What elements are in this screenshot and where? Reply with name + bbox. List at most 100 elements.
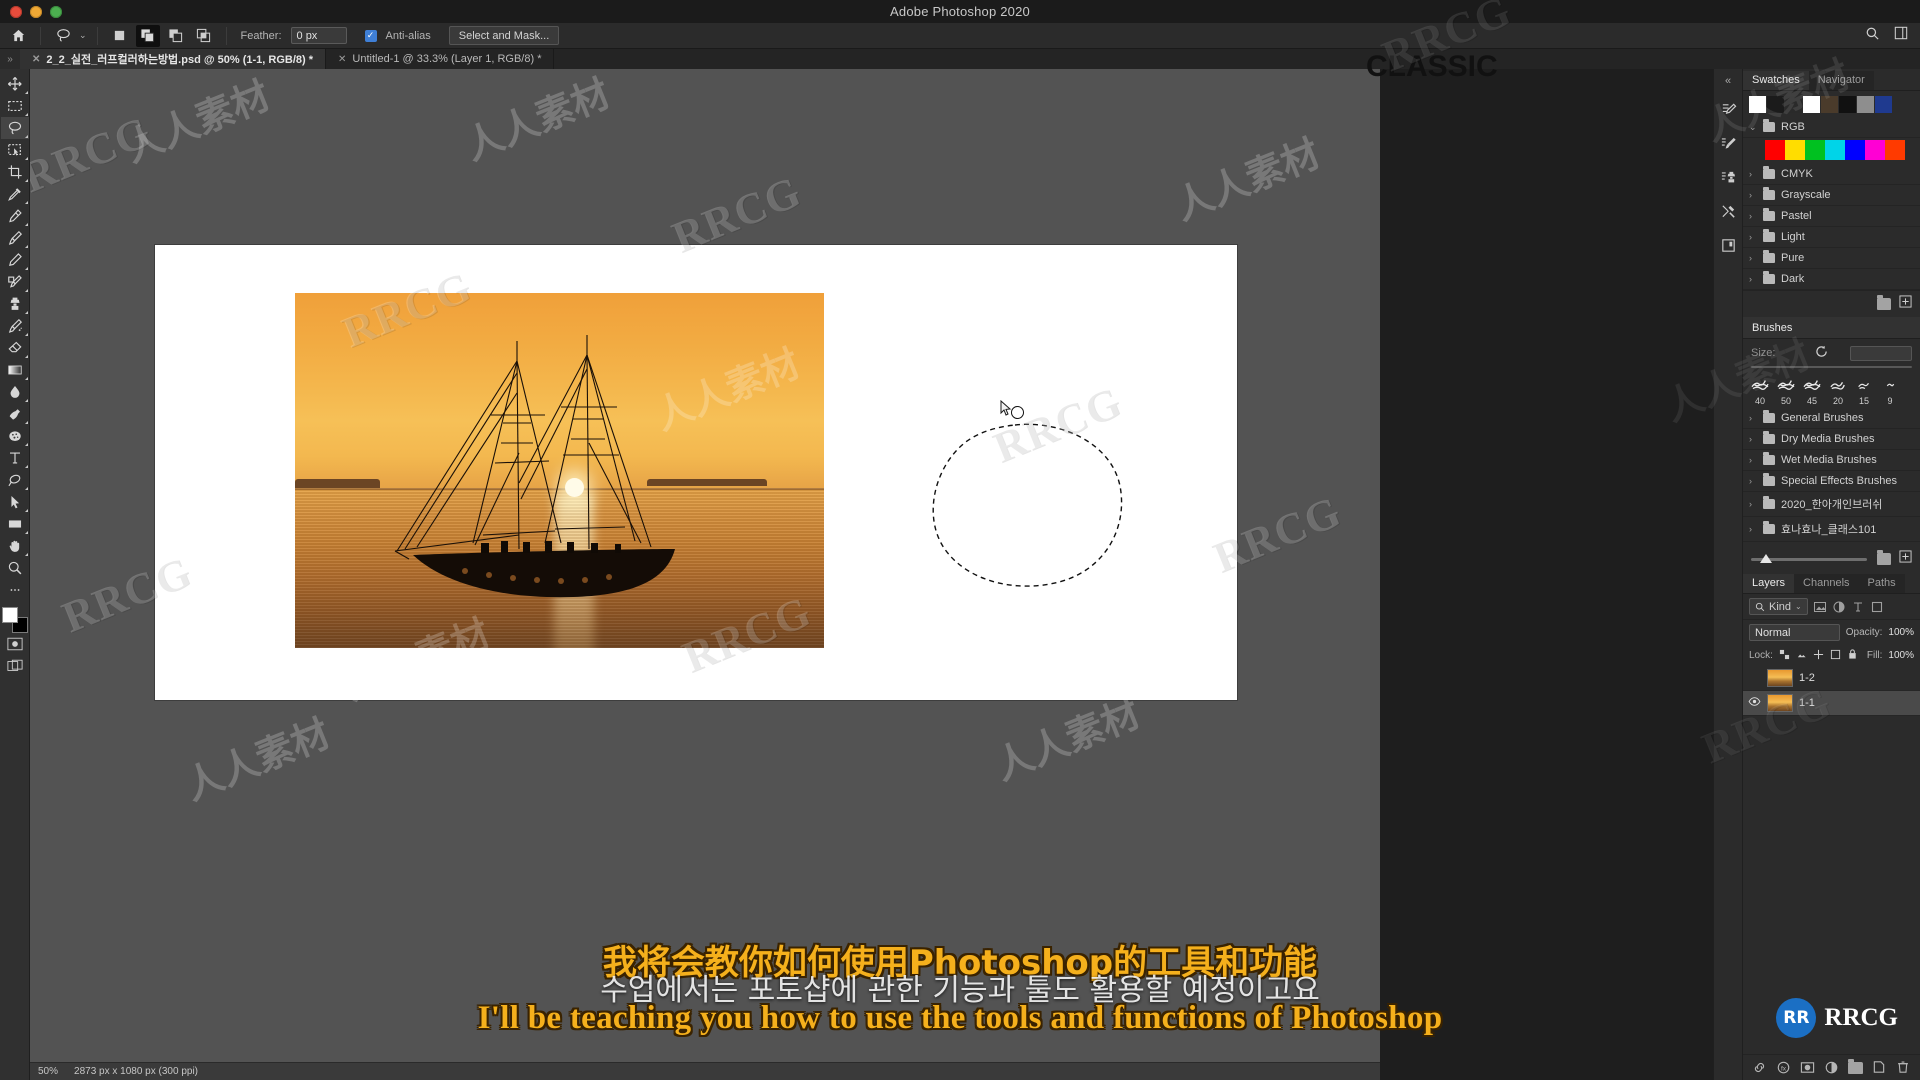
eyedropper-tool[interactable] bbox=[1, 183, 29, 205]
clone-source-panel-icon[interactable] bbox=[1715, 161, 1741, 193]
tab-navigator[interactable]: Navigator bbox=[1808, 71, 1874, 90]
rectangular-marquee-tool[interactable] bbox=[1, 95, 29, 117]
expand-toolbar-chevron-icon[interactable]: » bbox=[0, 49, 20, 69]
swatch-group-grayscale[interactable]: › Grayscale bbox=[1743, 185, 1920, 206]
brush-group-dry-media[interactable]: › Dry Media Brushes bbox=[1743, 429, 1920, 450]
chevron-down-icon[interactable]: ⌄ bbox=[1749, 122, 1757, 133]
adjustment-layer-filter-icon[interactable] bbox=[1832, 600, 1846, 614]
recent-swatch[interactable] bbox=[1785, 96, 1802, 113]
brush-size-slider[interactable] bbox=[1751, 366, 1912, 368]
brush-preset[interactable]: 50 bbox=[1773, 374, 1799, 406]
chevron-right-icon[interactable]: › bbox=[1749, 190, 1757, 200]
tab-swatches[interactable]: Swatches bbox=[1743, 71, 1809, 90]
brush-size-input[interactable] bbox=[1850, 345, 1912, 361]
type-tool[interactable] bbox=[1, 447, 29, 469]
brush-preset[interactable]: 15 bbox=[1851, 374, 1877, 406]
select-and-mask-button[interactable]: Select and Mask... bbox=[448, 26, 560, 45]
lock-image-icon[interactable] bbox=[1796, 649, 1807, 663]
brush-group-wet-media[interactable]: › Wet Media Brushes bbox=[1743, 450, 1920, 471]
brush-settings-panel-icon[interactable] bbox=[1715, 127, 1741, 159]
layer-filter-kind-select[interactable]: Kind ⌄ bbox=[1749, 598, 1808, 615]
opacity-value[interactable]: 100% bbox=[1888, 627, 1914, 638]
swatch-group-cmyk[interactable]: › CMYK bbox=[1743, 164, 1920, 185]
tab-channels[interactable]: Channels bbox=[1794, 574, 1859, 593]
lasso-tool[interactable] bbox=[0, 117, 29, 139]
quick-mask-icon[interactable] bbox=[6, 637, 23, 656]
chevron-right-icon[interactable]: › bbox=[1749, 413, 1757, 423]
current-tool-lasso-icon[interactable] bbox=[51, 25, 75, 47]
path-selection-tool[interactable] bbox=[1, 491, 29, 513]
recent-swatch[interactable] bbox=[1857, 96, 1874, 113]
reset-arrow-icon[interactable] bbox=[1815, 345, 1829, 361]
blur-tool[interactable] bbox=[1, 381, 29, 403]
delete-layer-icon[interactable] bbox=[1896, 1060, 1911, 1075]
foreground-color-swatch[interactable] bbox=[1, 607, 18, 623]
layer-thumbnail[interactable] bbox=[1767, 669, 1793, 687]
move-tool[interactable] bbox=[1, 73, 29, 95]
rectangle-shape-tool[interactable] bbox=[1, 513, 29, 535]
libraries-panel-icon[interactable] bbox=[1715, 229, 1741, 261]
sponge-tool[interactable] bbox=[1, 425, 29, 447]
lock-position-icon[interactable] bbox=[1813, 649, 1824, 663]
more-tools-ellipsis-icon[interactable] bbox=[1, 579, 29, 601]
canvas-work-area[interactable]: RRCG 人人素材 RRCG 人人素材 RRCG 人人素材 RRCG 人人素材 … bbox=[30, 69, 1380, 1080]
swatch-color[interactable] bbox=[1785, 140, 1805, 160]
brush-opacity-slider[interactable] bbox=[1751, 553, 1867, 563]
chevron-right-icon[interactable]: › bbox=[1749, 524, 1757, 534]
collapse-panels-icon[interactable]: « bbox=[1725, 75, 1731, 87]
brush-group-special-effects[interactable]: › Special Effects Brushes bbox=[1743, 471, 1920, 492]
lock-all-icon[interactable] bbox=[1847, 648, 1858, 663]
pencil-tool[interactable] bbox=[1, 249, 29, 271]
chevron-right-icon[interactable]: › bbox=[1749, 455, 1757, 465]
brush-group-2020-personal[interactable]: › 2020_한아개인브러쉬 bbox=[1743, 492, 1920, 517]
add-to-selection-button[interactable] bbox=[135, 24, 160, 47]
brush-preset[interactable]: 45 bbox=[1799, 374, 1825, 406]
close-icon[interactable]: ✕ bbox=[338, 54, 346, 65]
chevron-right-icon[interactable]: › bbox=[1749, 434, 1757, 444]
adjustment-layer-icon[interactable] bbox=[1824, 1060, 1839, 1075]
new-group-icon[interactable] bbox=[1848, 1058, 1864, 1074]
pen-tool[interactable] bbox=[1, 469, 29, 491]
new-selection-button[interactable] bbox=[108, 25, 132, 47]
lock-artboard-icon[interactable] bbox=[1830, 649, 1841, 663]
recent-swatch[interactable] bbox=[1749, 96, 1766, 113]
swatch-color[interactable] bbox=[1825, 140, 1845, 160]
zoom-tool[interactable] bbox=[1, 557, 29, 579]
layer-mask-icon[interactable] bbox=[1800, 1060, 1815, 1075]
layer-visibility-toggle[interactable] bbox=[1747, 697, 1761, 709]
intersect-selection-button[interactable] bbox=[192, 25, 216, 47]
workspace-icon[interactable] bbox=[1894, 26, 1908, 45]
tab-brushes[interactable]: Brushes bbox=[1743, 319, 1802, 338]
swatch-group-light[interactable]: › Light bbox=[1743, 227, 1920, 248]
brush-tool[interactable] bbox=[1, 227, 29, 249]
brush-group-class101[interactable]: › 효나효나_클래스101 bbox=[1743, 517, 1920, 542]
swatch-colors-rgb[interactable] bbox=[1743, 138, 1920, 164]
tab-layers[interactable]: Layers bbox=[1743, 574, 1795, 593]
new-group-icon[interactable] bbox=[1877, 550, 1891, 565]
new-layer-icon[interactable] bbox=[1872, 1060, 1887, 1075]
table-row[interactable]: 1-2 bbox=[1743, 666, 1920, 691]
subtract-from-selection-button[interactable] bbox=[164, 25, 188, 47]
object-selection-tool[interactable] bbox=[1, 139, 29, 161]
document-canvas[interactable] bbox=[155, 245, 1237, 700]
recent-swatch[interactable] bbox=[1839, 96, 1856, 113]
pixel-layer-filter-icon[interactable] bbox=[1813, 600, 1827, 614]
layer-name[interactable]: 1-2 bbox=[1799, 672, 1815, 684]
tab-paths[interactable]: Paths bbox=[1858, 574, 1905, 593]
history-brush-tool[interactable] bbox=[1, 315, 29, 337]
swatch-color[interactable] bbox=[1765, 140, 1785, 160]
document-tab-1[interactable]: ✕ 2_2_실전_러프컬러하는방법.psd @ 50% (1-1, RGB/8)… bbox=[20, 49, 326, 69]
layer-style-icon[interactable]: fx bbox=[1776, 1060, 1791, 1075]
fill-value[interactable]: 100% bbox=[1888, 650, 1914, 661]
chevron-down-icon[interactable]: ⌄ bbox=[1795, 602, 1802, 611]
swatch-color[interactable] bbox=[1805, 140, 1825, 160]
recent-swatch[interactable] bbox=[1821, 96, 1838, 113]
swatch-color[interactable] bbox=[1885, 140, 1905, 160]
lock-transparent-icon[interactable] bbox=[1779, 649, 1790, 663]
chevron-right-icon[interactable]: › bbox=[1749, 169, 1757, 179]
swatch-group-dark[interactable]: › Dark bbox=[1743, 269, 1920, 290]
swatch-color[interactable] bbox=[1865, 140, 1885, 160]
table-row[interactable]: 1-1 bbox=[1743, 691, 1920, 716]
home-icon[interactable] bbox=[6, 25, 30, 47]
new-swatch-icon[interactable] bbox=[1899, 295, 1912, 313]
